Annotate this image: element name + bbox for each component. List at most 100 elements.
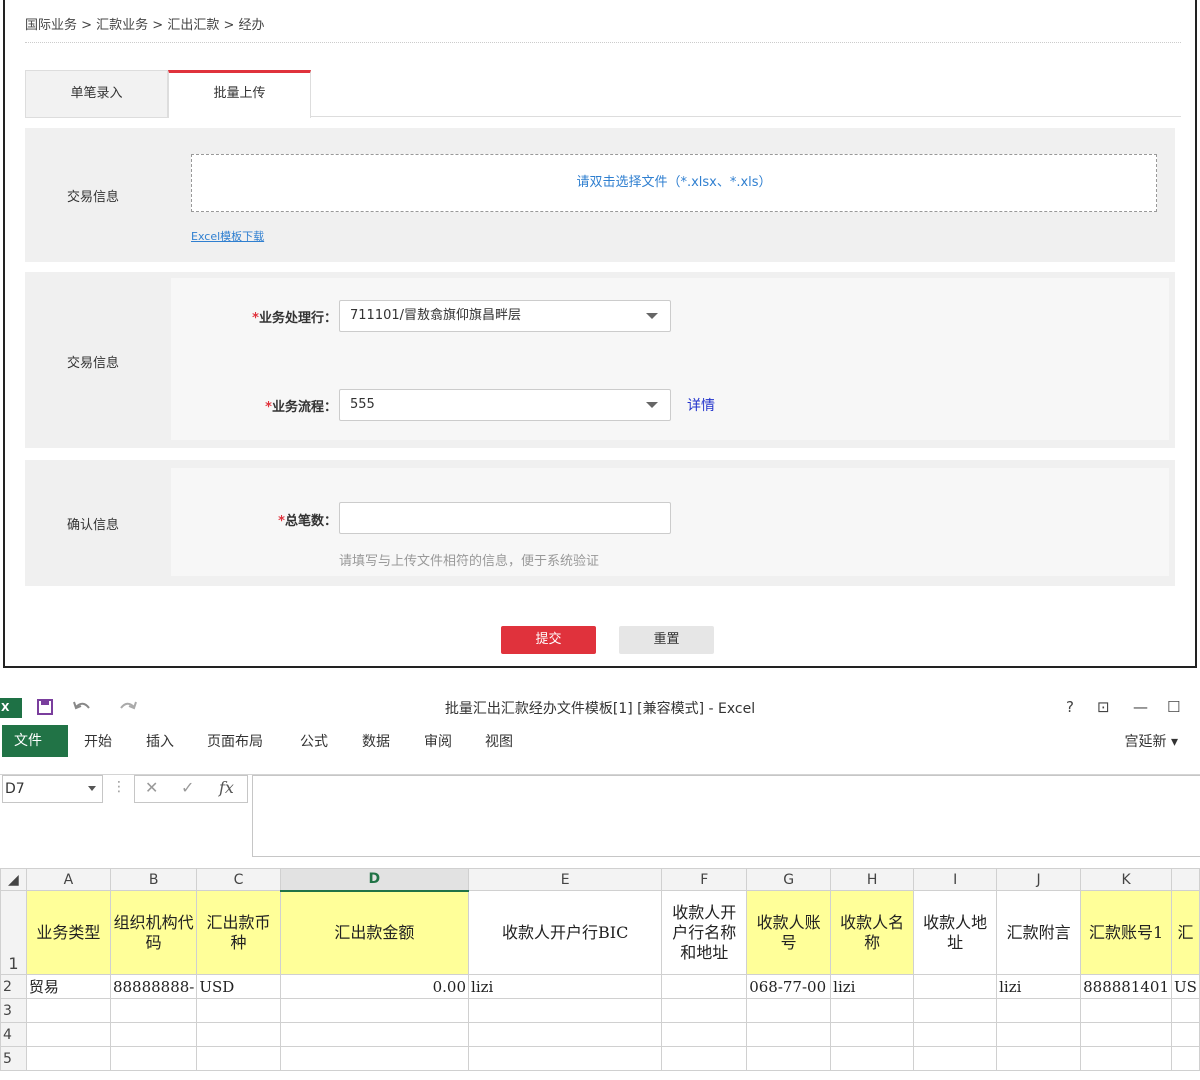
tab-data[interactable]: 数据 — [362, 731, 390, 751]
row-header[interactable]: 1 — [0, 890, 27, 975]
cell[interactable] — [913, 998, 998, 1023]
column-header[interactable]: B — [109, 868, 198, 891]
tab-home[interactable]: 开始 — [84, 731, 112, 751]
cell[interactable] — [830, 1046, 915, 1071]
help-icon[interactable]: ? — [1066, 698, 1074, 716]
cell[interactable] — [1080, 1022, 1173, 1047]
cell[interactable] — [1171, 998, 1200, 1023]
cell[interactable] — [830, 1022, 915, 1047]
cell[interactable] — [913, 974, 998, 999]
column-header[interactable]: E — [468, 868, 663, 891]
flow-select[interactable]: 555 — [339, 389, 671, 421]
cell[interactable] — [25, 1046, 111, 1071]
cell[interactable]: lizi — [468, 974, 663, 999]
cell[interactable] — [1080, 998, 1173, 1023]
cell[interactable] — [913, 1022, 998, 1047]
cell[interactable] — [468, 998, 663, 1023]
cell[interactable] — [279, 1046, 470, 1071]
cell[interactable]: 0.00 — [279, 974, 470, 999]
tab-insert[interactable]: 插入 — [146, 731, 174, 751]
cell[interactable] — [830, 998, 915, 1023]
cell[interactable] — [196, 1022, 281, 1047]
column-header[interactable]: C — [196, 868, 281, 891]
cell[interactable] — [1080, 1046, 1173, 1071]
cell[interactable] — [468, 1046, 663, 1071]
cell[interactable] — [109, 998, 198, 1023]
cell[interactable] — [196, 1046, 281, 1071]
cell[interactable] — [996, 1046, 1082, 1071]
cell[interactable]: 收款人地址 — [913, 890, 998, 975]
cell[interactable] — [468, 1022, 663, 1047]
tab-file[interactable]: 文件 — [2, 725, 68, 757]
cell[interactable] — [1171, 1046, 1200, 1071]
tab-page-layout[interactable]: 页面布局 — [207, 731, 263, 751]
cell[interactable] — [661, 1022, 748, 1047]
cell[interactable]: USD — [196, 974, 281, 999]
column-header[interactable]: H — [830, 868, 915, 891]
tab-formulas[interactable]: 公式 — [300, 731, 328, 751]
tab-single-entry[interactable]: 单笔录入 — [25, 70, 168, 118]
cell[interactable] — [279, 998, 470, 1023]
cell[interactable] — [996, 1022, 1082, 1047]
cell[interactable] — [25, 998, 111, 1023]
row-header[interactable]: 3 — [0, 998, 27, 1023]
cell[interactable]: 汇款附言 — [996, 890, 1082, 975]
cell[interactable] — [196, 998, 281, 1023]
cell[interactable]: 汇款账号1 — [1080, 890, 1173, 975]
cell[interactable]: US — [1171, 974, 1200, 999]
tab-view[interactable]: 视图 — [485, 731, 513, 751]
cell[interactable]: 收款人账号 — [746, 890, 832, 975]
cell[interactable]: 收款人名称 — [830, 890, 915, 975]
column-header[interactable]: K — [1080, 868, 1173, 891]
reset-button[interactable]: 重置 — [619, 626, 714, 654]
cell[interactable] — [25, 1022, 111, 1047]
cell[interactable]: 收款人开户行BIC — [468, 890, 663, 975]
cell[interactable]: 汇 — [1171, 890, 1200, 975]
cell[interactable]: lizi — [830, 974, 915, 999]
name-box[interactable]: D7 — [2, 775, 103, 803]
column-header[interactable] — [1171, 868, 1200, 891]
cell[interactable]: 汇出款币种 — [196, 890, 281, 975]
row-header[interactable]: 5 — [0, 1046, 27, 1071]
cell[interactable]: 组织机构代码 — [109, 890, 198, 975]
submit-button[interactable]: 提交 — [501, 626, 596, 654]
cell[interactable] — [661, 998, 748, 1023]
cell[interactable]: 贸易 — [25, 974, 111, 999]
cell[interactable] — [109, 1046, 198, 1071]
cell[interactable]: 888881401 — [1080, 974, 1173, 999]
row-header[interactable]: 4 — [0, 1022, 27, 1047]
cell[interactable] — [1171, 1022, 1200, 1047]
cell[interactable] — [661, 974, 748, 999]
branch-select[interactable]: 711101/冒敖翕旗仰旗昌畔层 — [339, 300, 671, 332]
tab-review[interactable]: 审阅 — [424, 731, 452, 751]
cancel-icon[interactable]: ✕ — [145, 778, 158, 797]
cell[interactable] — [661, 1046, 748, 1071]
column-header[interactable]: J — [996, 868, 1082, 891]
cell[interactable] — [279, 1022, 470, 1047]
user-account[interactable]: 宫延新 ▾ — [1125, 731, 1178, 751]
excel-template-download-link[interactable]: Excel模板下载 — [191, 228, 264, 244]
detail-link[interactable]: 详情 — [687, 395, 715, 415]
formula-input[interactable] — [252, 775, 1200, 857]
ribbon-display-icon[interactable]: ⊡ — [1097, 698, 1110, 716]
cell[interactable] — [996, 998, 1082, 1023]
cell[interactable] — [913, 1046, 998, 1071]
minimize-icon[interactable]: — — [1133, 698, 1148, 716]
cell[interactable]: 88888888- — [109, 974, 198, 999]
column-header[interactable]: A — [25, 868, 111, 891]
maximize-icon[interactable]: ☐ — [1167, 698, 1180, 716]
function-icon[interactable]: fx — [219, 778, 234, 797]
row-header[interactable]: 2 — [0, 974, 27, 999]
select-all-corner[interactable]: ◢ — [0, 868, 27, 891]
cell[interactable]: 收款人开户行名称和地址 — [661, 890, 748, 975]
column-header[interactable]: I — [913, 868, 998, 891]
column-header[interactable]: D — [279, 868, 470, 892]
cell[interactable] — [746, 1046, 832, 1071]
column-header[interactable]: F — [661, 868, 748, 891]
cell[interactable] — [746, 998, 832, 1023]
cell[interactable] — [746, 1022, 832, 1047]
column-header[interactable]: G — [746, 868, 832, 891]
cell[interactable]: 汇出款金额 — [279, 890, 470, 975]
cell[interactable]: 业务类型 — [25, 890, 111, 975]
confirm-icon[interactable]: ✓ — [181, 778, 194, 797]
